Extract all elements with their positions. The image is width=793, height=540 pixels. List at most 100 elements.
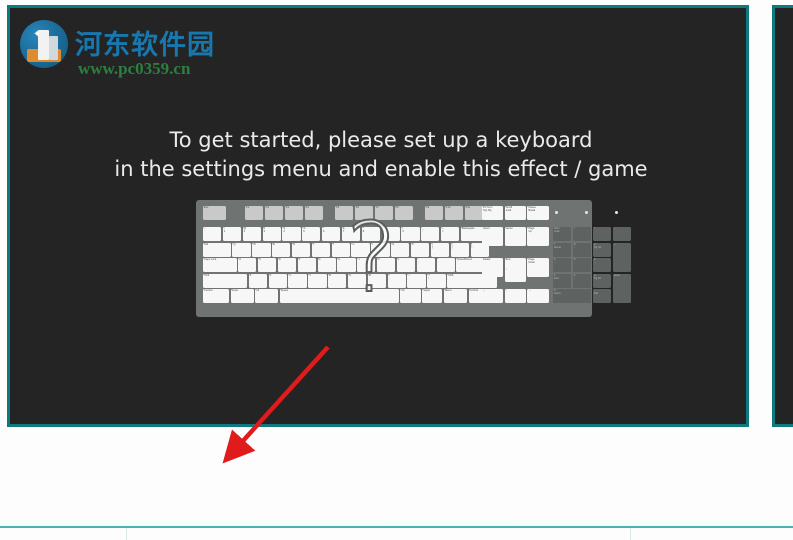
keyboard-key: * xyxy=(593,227,612,241)
app-window: ✦ 河东软件园 www.pc0359.cn To get started, pl… xyxy=(0,0,793,540)
keyboard-key: Num Lock xyxy=(553,227,572,241)
keyboard-key: 8 ↑ xyxy=(573,242,592,257)
keyboard-key: * 8 xyxy=(361,227,380,241)
keyboard-key: S xyxy=(258,258,277,273)
keyboard-key: Insert xyxy=(482,227,504,246)
keyboard-key: Pause Break xyxy=(527,206,549,220)
keyboard-led-indicator xyxy=(615,211,618,214)
keyboard-key: ! 1 xyxy=(222,227,242,241)
secondary-preview-panel xyxy=(772,5,793,427)
keyboard-key: Caps Lock xyxy=(203,258,237,273)
keyboard-key: P xyxy=(411,242,430,257)
keyboard-key: Z xyxy=(248,273,267,288)
keyboard-key: I xyxy=(371,242,390,257)
keyboard-key: F1 xyxy=(245,206,264,220)
keyboard-key: 5 xyxy=(573,258,592,273)
keyboard-key: 3 Pg Dn xyxy=(593,273,612,288)
keyboard-key: / xyxy=(573,227,592,241)
keyboard-illustration: EscF1F2F3F4F5F6F7F8F9F10F11F12~ `! 1@ 2#… xyxy=(196,200,632,317)
keyboard-key: F5 xyxy=(335,206,354,220)
keyboard-key: C xyxy=(288,273,307,288)
keyboard-key: 6 → xyxy=(593,258,612,273)
keyboard-key: N xyxy=(347,273,367,288)
keyboard-key: ↓ xyxy=(504,289,526,304)
bottom-strip-divider xyxy=(630,528,631,540)
keyboard-key: Control xyxy=(203,289,229,304)
keyboard-key: A xyxy=(238,258,257,273)
keyboard-key: ^ 6 xyxy=(322,227,341,241)
keyboard-key: D xyxy=(277,258,297,273)
keyboard-led-indicator xyxy=(555,211,558,214)
keyboard-key: Page Down xyxy=(527,258,549,278)
keyboard-key: M xyxy=(367,273,387,288)
keyboard-led-indicator xyxy=(585,211,588,214)
keyboard-key: ? / xyxy=(427,273,446,288)
keyboard-key: Prt Scrn Sys Rq xyxy=(482,206,504,220)
watermark-brand-text: 河东软件园 xyxy=(75,30,215,61)
keyboard-key: F6 xyxy=(355,206,374,220)
site-watermark: ✦ 河东软件园 www.pc0359.cn xyxy=(20,16,250,78)
keyboard-key: Q xyxy=(232,242,251,257)
keyboard-key: ← xyxy=(482,289,504,304)
keyboard-key: & 7 xyxy=(341,227,361,241)
keyboard-key: Space xyxy=(279,289,399,304)
keyboard-key: K xyxy=(377,258,396,273)
keyboard-key: : ; xyxy=(416,258,435,273)
keyboard-key: ~ ` xyxy=(203,227,222,241)
keyboard-key: . Del xyxy=(593,289,612,304)
keyboard-key: Home xyxy=(504,227,526,246)
keyboard-key: Enter xyxy=(613,273,632,304)
setup-instruction-message: To get started, please set up a keyboard… xyxy=(114,128,648,181)
keyboard-key: F2 xyxy=(265,206,284,220)
keyboard-key: } ] xyxy=(450,242,469,257)
keyboard-key: < , xyxy=(387,273,406,288)
keyboard-key: L xyxy=(396,258,416,273)
keyboard-key: J xyxy=(357,258,376,273)
watermark-url-text: www.pc0359.cn xyxy=(78,59,191,78)
keyboard-key: + = xyxy=(441,227,460,241)
keyboard-key: > . xyxy=(407,273,426,288)
keyboard-key: F7 xyxy=(374,206,394,220)
keyboard-key: @ 2 xyxy=(242,227,261,241)
keyboard-key: ) 0 xyxy=(401,227,420,241)
keyboard-key: ↑ xyxy=(504,267,526,282)
keyboard-key: 2 ↓ xyxy=(573,273,592,288)
keyboard-key: B xyxy=(328,273,347,288)
keyboard-key: W xyxy=(252,242,271,257)
keyboard-key: " ' xyxy=(436,258,455,273)
keyboard-key: Esc xyxy=(203,206,227,220)
keyboard-key: Alt xyxy=(400,289,421,304)
keyboard-key: X xyxy=(268,273,287,288)
keyboard-key: Tab xyxy=(203,242,231,257)
keyboard-key: H xyxy=(337,258,356,273)
keyboard-key: { [ xyxy=(430,242,450,257)
keyboard-key: Scroll Lock xyxy=(504,206,526,220)
keyboard-key: F4 xyxy=(304,206,323,220)
bottom-accent-rule xyxy=(0,526,793,528)
keyboard-key: Menu xyxy=(443,289,467,304)
keyboard-key: F9 xyxy=(425,206,444,220)
keyboard-key: F10 xyxy=(444,206,464,220)
keyboard-key: Super xyxy=(422,289,443,304)
keyboard-key: 9 Pg Up xyxy=(593,242,612,257)
effect-preview-panel: ✦ 河东软件园 www.pc0359.cn To get started, pl… xyxy=(7,5,749,427)
bottom-strip-divider xyxy=(126,528,127,540)
keyboard-key: O xyxy=(391,242,410,257)
keyboard-key: 4 ← xyxy=(553,258,572,273)
keyboard-key: % 5 xyxy=(302,227,321,241)
keyboard-key: Alt xyxy=(255,289,279,304)
keyboard-key: Page Up xyxy=(527,227,549,246)
keyboard-key: F3 xyxy=(284,206,304,220)
keyboard-key: + xyxy=(613,242,632,273)
keyboard-key: Super xyxy=(230,289,254,304)
bottom-fade xyxy=(0,518,793,526)
keyboard-key: Delete xyxy=(482,258,504,278)
watermark-logo-icon: ✦ xyxy=(20,20,68,68)
keyboard-key: → xyxy=(527,289,549,304)
keyboard-key: G xyxy=(317,258,336,273)
keyboard-key: F11 xyxy=(464,206,483,220)
keyboard-key: U xyxy=(351,242,370,257)
keyboard-key: E xyxy=(272,242,291,257)
keyboard-key: 0 Insert xyxy=(553,289,592,304)
keyboard-key: $ 4 xyxy=(282,227,301,241)
